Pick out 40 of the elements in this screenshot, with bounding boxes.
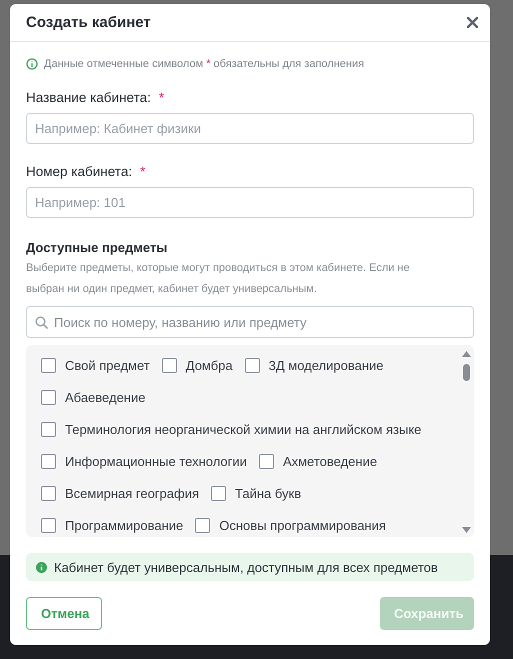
subject-option[interactable]: Всемирная география [41,486,200,500]
field-label: Номер кабинета: [26,164,132,179]
subject-option[interactable]: Тайна букв [211,486,302,500]
subject-option[interactable]: Свой предмет [41,358,150,372]
checkbox[interactable] [195,518,210,532]
checkbox[interactable] [41,454,56,468]
required-note: Данные отмеченные символом * обязательны для заполнения [44,58,364,70]
dialog-title: Создать кабинет [26,14,151,31]
subject-option[interactable]: Ахметоведение [258,454,378,468]
section-hint: Выберите предметы, которые могут проводиться в этом кабинете. Если не выбран ни один предмет, кабинет будет универсальным. [26,261,411,297]
input-field[interactable]: Например: Кабинет физики [26,113,474,144]
checkbox[interactable] [41,422,56,436]
field-label: Название кабинета: [26,90,151,105]
checkbox[interactable] [41,358,56,372]
input-field[interactable]: Например: 101 [26,187,474,218]
info-icon [36,562,47,572]
subject-option[interactable]: Домбра [162,358,233,372]
checkbox[interactable] [244,358,260,372]
checkbox[interactable] [41,518,56,532]
required-mark: * [140,164,146,179]
search-field[interactable]: Поиск по номеру, названию или предмету [26,306,474,338]
subject-option[interactable]: Информационные технологии [41,454,247,468]
section-heading: Доступные предметы [26,240,168,255]
checkbox[interactable] [211,486,226,500]
subject-option[interactable]: 3Д моделирование [244,358,384,372]
required-mark: * [158,90,164,105]
checkbox[interactable] [41,486,56,500]
scrollbar-thumb[interactable] [462,364,470,381]
info-icon [26,58,38,70]
subject-option[interactable]: Основы программирования [195,518,386,532]
subject-option[interactable]: Программирование [41,518,184,532]
banner-text: Кабинет будет универсальным, доступным для всех предметов [54,560,438,574]
checkbox[interactable] [162,358,177,372]
subject-option[interactable]: Абаеведение [41,390,146,404]
checkbox[interactable] [258,454,274,468]
scroll-down-icon[interactable] [462,527,470,533]
subject-option[interactable]: Терминология неорганической химии на английском языке [41,422,422,436]
close-button[interactable] [465,15,480,30]
checkbox[interactable] [41,390,56,404]
scroll-up-icon[interactable] [462,351,470,357]
